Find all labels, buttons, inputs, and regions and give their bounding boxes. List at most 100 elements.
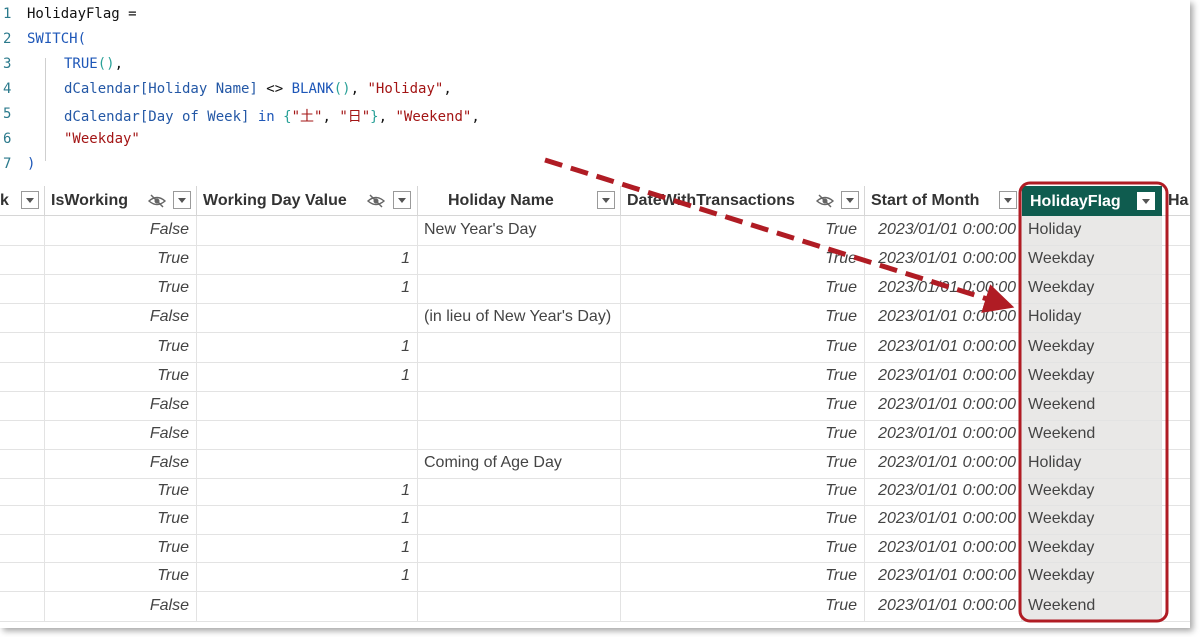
filter-dropdown-icon[interactable] [173,191,191,209]
cell-next[interactable] [1162,535,1190,562]
cell-holidayflag[interactable]: Weekend [1022,592,1162,621]
cell-working-day-value[interactable]: 1 [197,246,418,274]
cell-start-of-month[interactable]: 2023/01/01 0:00:00 [865,535,1022,562]
cell-holidayflag[interactable]: Weekend [1022,392,1162,420]
cell-day-of-week[interactable] [0,392,45,420]
cell-working-day-value[interactable]: 1 [197,535,418,562]
cell-day-of-week[interactable] [0,304,45,332]
cell-date-with-transactions[interactable]: True [621,392,865,420]
cell-isworking[interactable]: True [45,363,197,391]
cell-day-of-week[interactable] [0,363,45,391]
filter-dropdown-icon[interactable] [597,191,615,209]
cell-day-of-week[interactable] [0,333,45,362]
cell-next[interactable] [1162,363,1190,391]
table-row[interactable]: True 1 True 2023/01/01 0:00:00 Weekday [0,479,1190,506]
cell-date-with-transactions[interactable]: True [621,333,865,362]
cell-working-day-value[interactable]: 1 [197,563,418,591]
cell-date-with-transactions[interactable]: True [621,535,865,562]
cell-working-day-value[interactable] [197,592,418,621]
cell-day-of-week[interactable] [0,246,45,274]
cell-working-day-value[interactable] [197,392,418,420]
column-header-next[interactable]: Ha [1162,186,1190,216]
cell-working-day-value[interactable] [197,216,418,245]
column-header-start-of-month[interactable]: Start of Month [865,186,1022,216]
table-row[interactable]: True 1 True 2023/01/01 0:00:00 Weekday [0,333,1190,363]
cell-next[interactable] [1162,421,1190,449]
cell-day-of-week[interactable] [0,275,45,303]
cell-isworking[interactable]: True [45,563,197,591]
cell-start-of-month[interactable]: 2023/01/01 0:00:00 [865,304,1022,332]
cell-working-day-value[interactable]: 1 [197,275,418,303]
cell-holidayflag[interactable]: Weekday [1022,563,1162,591]
filter-dropdown-icon[interactable] [841,191,859,209]
cell-holiday-name[interactable] [418,535,621,562]
cell-start-of-month[interactable]: 2023/01/01 0:00:00 [865,479,1022,505]
cell-next[interactable] [1162,216,1190,245]
cell-next[interactable] [1162,450,1190,478]
cell-day-of-week[interactable] [0,535,45,562]
table-row[interactable]: True 1 True 2023/01/01 0:00:00 Weekday [0,363,1190,392]
cell-holidayflag[interactable]: Weekday [1022,363,1162,391]
filter-dropdown-icon[interactable] [999,191,1017,209]
cell-isworking[interactable]: True [45,246,197,274]
cell-isworking[interactable]: False [45,392,197,420]
cell-start-of-month[interactable]: 2023/01/01 0:00:00 [865,246,1022,274]
cell-next[interactable] [1162,563,1190,591]
cell-isworking[interactable]: False [45,216,197,245]
cell-start-of-month[interactable]: 2023/01/01 0:00:00 [865,392,1022,420]
cell-holidayflag[interactable]: Holiday [1022,450,1162,478]
cell-isworking[interactable]: True [45,333,197,362]
cell-date-with-transactions[interactable]: True [621,216,865,245]
table-row[interactable]: False True 2023/01/01 0:00:00 Weekend [0,592,1190,622]
cell-isworking[interactable]: False [45,421,197,449]
cell-working-day-value[interactable] [197,304,418,332]
cell-working-day-value[interactable]: 1 [197,479,418,505]
cell-working-day-value[interactable] [197,450,418,478]
cell-day-of-week[interactable] [0,563,45,591]
cell-holiday-name[interactable]: (in lieu of New Year's Day) [418,304,621,332]
cell-holiday-name[interactable] [418,275,621,303]
cell-holiday-name[interactable] [418,563,621,591]
column-header-day-of-week[interactable]: k [0,186,45,216]
column-header-isworking[interactable]: IsWorking [45,186,197,216]
cell-next[interactable] [1162,333,1190,362]
filter-dropdown-icon[interactable] [21,191,39,209]
cell-holiday-name[interactable] [418,506,621,534]
cell-isworking[interactable]: False [45,450,197,478]
cell-working-day-value[interactable] [197,421,418,449]
dax-formula-editor[interactable]: 1 HolidayFlag = 2 SWITCH( 3 TRUE(), 4 dC… [0,0,1190,183]
cell-start-of-month[interactable]: 2023/01/01 0:00:00 [865,216,1022,245]
column-header-holidayflag[interactable]: HolidayFlag [1022,186,1162,216]
cell-date-with-transactions[interactable]: True [621,304,865,332]
cell-holidayflag[interactable]: Weekend [1022,421,1162,449]
cell-start-of-month[interactable]: 2023/01/01 0:00:00 [865,592,1022,621]
cell-start-of-month[interactable]: 2023/01/01 0:00:00 [865,506,1022,534]
table-row[interactable]: False (in lieu of New Year's Day) True 2023… [0,304,1190,333]
cell-holidayflag[interactable]: Weekday [1022,246,1162,274]
cell-holiday-name[interactable]: New Year's Day [418,216,621,245]
cell-next[interactable] [1162,479,1190,505]
cell-holidayflag[interactable]: Weekday [1022,275,1162,303]
cell-date-with-transactions[interactable]: True [621,421,865,449]
cell-isworking[interactable]: True [45,535,197,562]
cell-working-day-value[interactable]: 1 [197,506,418,534]
cell-date-with-transactions[interactable]: True [621,563,865,591]
cell-holiday-name[interactable] [418,392,621,420]
cell-next[interactable] [1162,392,1190,420]
cell-holiday-name[interactable]: Coming of Age Day [418,450,621,478]
cell-date-with-transactions[interactable]: True [621,450,865,478]
cell-day-of-week[interactable] [0,450,45,478]
table-row[interactable]: True 1 True 2023/01/01 0:00:00 Weekday [0,246,1190,275]
column-header-holiday-name[interactable]: Holiday Name [418,186,621,216]
cell-isworking[interactable]: False [45,592,197,621]
cell-start-of-month[interactable]: 2023/01/01 0:00:00 [865,563,1022,591]
cell-holidayflag[interactable]: Holiday [1022,216,1162,245]
cell-next[interactable] [1162,592,1190,621]
table-row[interactable]: False Coming of Age Day True 2023/01/01 0:0… [0,450,1190,479]
cell-day-of-week[interactable] [0,421,45,449]
cell-next[interactable] [1162,304,1190,332]
cell-date-with-transactions[interactable]: True [621,246,865,274]
cell-date-with-transactions[interactable]: True [621,479,865,505]
cell-isworking[interactable]: True [45,275,197,303]
cell-holidayflag[interactable]: Holiday [1022,304,1162,332]
